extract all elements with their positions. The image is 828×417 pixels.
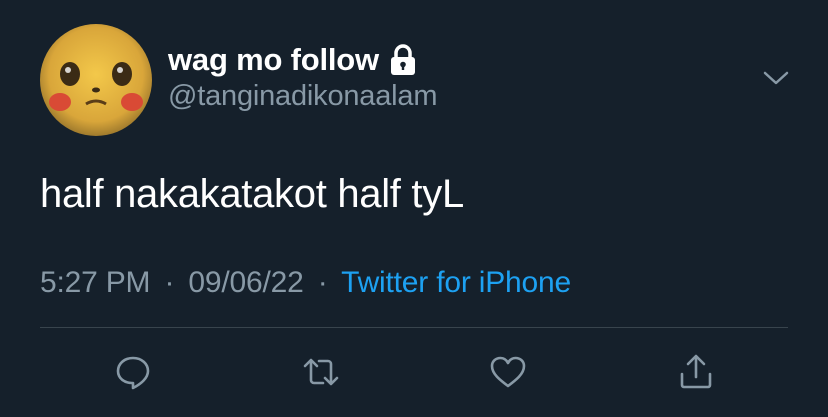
reply-button[interactable] bbox=[111, 350, 155, 394]
meta-separator: · bbox=[317, 266, 328, 299]
retweet-icon bbox=[303, 358, 339, 386]
tweet-meta: 5:27 PM · 09/06/22 · Twitter for iPhone bbox=[40, 266, 571, 300]
share-icon bbox=[680, 354, 712, 389]
tweet-card: wag mo follow @tanginadikonaalam half na… bbox=[0, 0, 828, 417]
reply-icon bbox=[116, 356, 150, 390]
tweet-source-link[interactable]: Twitter for iPhone bbox=[341, 266, 571, 299]
avatar-image bbox=[40, 24, 152, 136]
chevron-down-icon[interactable] bbox=[760, 64, 792, 92]
avatar[interactable] bbox=[40, 24, 152, 136]
share-button[interactable] bbox=[674, 350, 718, 394]
display-name-row[interactable]: wag mo follow bbox=[168, 40, 417, 80]
meta-separator: · bbox=[164, 266, 175, 299]
divider bbox=[40, 327, 788, 328]
tweet-text: half nakakatakot half tyL bbox=[40, 172, 464, 216]
like-button[interactable] bbox=[486, 350, 530, 394]
lock-icon bbox=[389, 44, 417, 76]
retweet-button[interactable] bbox=[299, 350, 343, 394]
tweet-time: 5:27 PM bbox=[40, 266, 151, 299]
tweet-date: 09/06/22 bbox=[188, 266, 304, 299]
heart-icon bbox=[490, 356, 526, 388]
display-name[interactable]: wag mo follow bbox=[168, 42, 379, 78]
user-handle[interactable]: @tanginadikonaalam bbox=[168, 80, 437, 113]
